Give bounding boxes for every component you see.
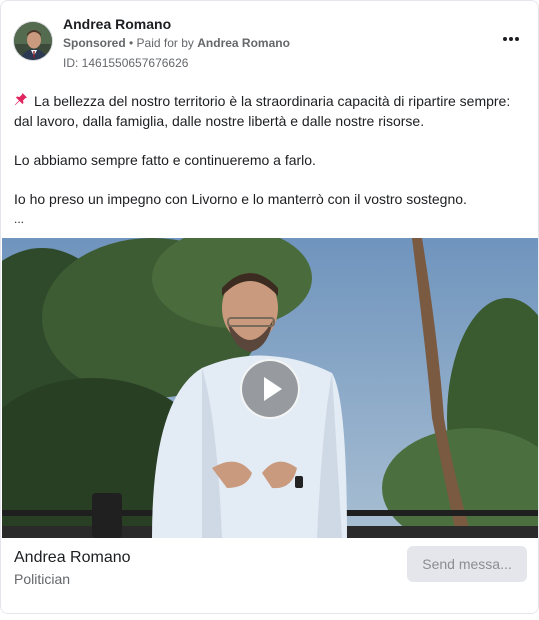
paragraph-1: La bellezza del nostro territorio è la s… xyxy=(14,91,524,131)
paid-for-name: Andrea Romano xyxy=(197,36,290,50)
sponsored-line: Sponsored • Paid for by Andrea Romano xyxy=(63,34,290,52)
paid-for-prefix: • Paid for by xyxy=(125,36,198,50)
post-meta: Andrea Romano Sponsored • Paid for by An… xyxy=(63,15,290,71)
paragraph-2: Lo abbiamo sempre fatto e continueremo a… xyxy=(14,152,316,168)
advertiser-name[interactable]: Andrea Romano xyxy=(14,548,131,568)
play-icon xyxy=(264,377,282,401)
post-body: La bellezza del nostro territorio è la s… xyxy=(14,91,524,229)
sponsored-label: Sponsored xyxy=(63,36,126,50)
pushpin-icon xyxy=(14,91,30,111)
video-thumbnail[interactable] xyxy=(2,238,538,538)
paragraph-1-text: La bellezza del nostro territorio è la s… xyxy=(14,93,511,129)
author-name[interactable]: Andrea Romano xyxy=(63,15,290,33)
author-avatar[interactable] xyxy=(13,21,53,61)
see-more-ellipsis[interactable]: ... xyxy=(14,209,524,229)
advertiser-category: Politician xyxy=(14,571,71,587)
paragraph-3: Io ho preso un impegno con Livorno e lo … xyxy=(14,191,467,207)
post-header: Andrea Romano Sponsored • Paid for by An… xyxy=(13,15,526,71)
ad-id: ID: 1461550657676626 xyxy=(63,56,189,70)
play-button[interactable] xyxy=(240,359,300,419)
ad-card: Andrea Romano Sponsored • Paid for by An… xyxy=(0,0,539,614)
send-message-button[interactable]: Send messa... xyxy=(407,546,527,582)
more-options-icon[interactable] xyxy=(498,29,524,49)
ad-footer: Andrea Romano Politician Send messa... xyxy=(1,538,538,613)
